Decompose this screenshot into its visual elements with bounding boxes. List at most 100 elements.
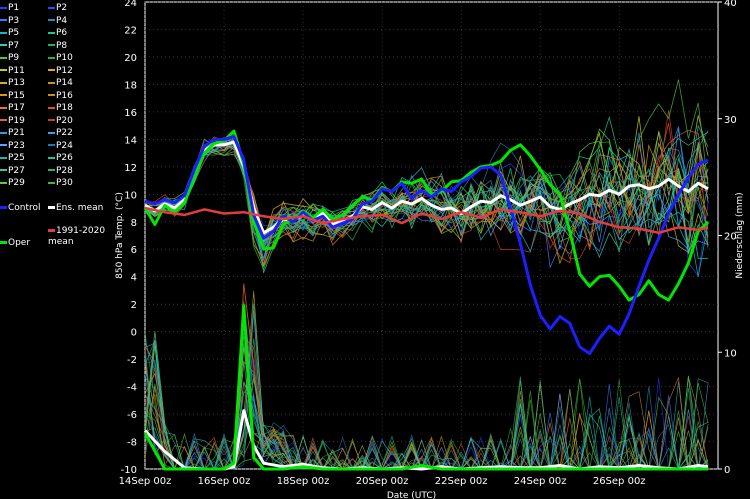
legend-entry-p20: P20 bbox=[48, 116, 73, 127]
legend-swatch bbox=[48, 169, 55, 171]
y-tick-label: -8 bbox=[127, 438, 137, 449]
y-tick-label: 4 bbox=[131, 273, 137, 284]
legend-entry-p3: P3 bbox=[0, 16, 19, 27]
x-tick-label: 16Sep 00z bbox=[198, 476, 251, 487]
legend-swatch bbox=[0, 144, 7, 146]
legend-label: P11 bbox=[8, 65, 25, 76]
legend-swatch bbox=[0, 106, 7, 109]
x-tick-label: 24Sep 00z bbox=[514, 476, 567, 487]
chart-legend: P1 P2 P3 P4 P5 P6 P7 P8 P9 P10 P11 P12 P13 P14 P15 P16 P… bbox=[0, 0, 140, 260]
legend-swatch bbox=[48, 156, 55, 159]
legend-swatch bbox=[0, 181, 7, 184]
legend-label: P26 bbox=[56, 153, 73, 163]
legend-label: P13 bbox=[8, 78, 25, 88]
legend-swatch bbox=[48, 81, 55, 84]
plot-area bbox=[144, 1, 719, 470]
legend-label: Control bbox=[8, 203, 41, 213]
legend-entry-p25: P25 bbox=[0, 153, 25, 164]
legend-entry-p28: P28 bbox=[48, 166, 73, 177]
legend-entry-oper: Oper bbox=[0, 238, 30, 249]
legend-entry-p11: P11 bbox=[0, 66, 25, 77]
legend-entry-p29: P29 bbox=[0, 178, 25, 189]
y-tick-label: 2 bbox=[131, 300, 137, 311]
legend-entry-p27: P27 bbox=[0, 166, 25, 177]
legend-entry-p15: P15 bbox=[0, 91, 25, 102]
legend-swatch bbox=[48, 69, 55, 71]
legend-label: P18 bbox=[56, 103, 73, 113]
legend-entry-p4: P4 bbox=[48, 16, 67, 27]
legend-swatch bbox=[48, 94, 55, 96]
legend-entry-p7: P7 bbox=[0, 41, 19, 52]
legend-label: P27 bbox=[8, 165, 25, 176]
y2-tick-label: 10 bbox=[724, 348, 737, 359]
legend-entry-p30: P30 bbox=[48, 178, 73, 189]
legend-label: P20 bbox=[56, 115, 73, 126]
legend-swatch bbox=[48, 181, 55, 184]
legend-entry-control: Control bbox=[0, 203, 41, 214]
legend-entry-p6: P6 bbox=[48, 28, 67, 39]
y-tick-label: 0 bbox=[131, 328, 137, 339]
legend-swatch bbox=[48, 144, 55, 146]
legend-label: P2 bbox=[56, 3, 68, 13]
legend-label: P30 bbox=[56, 178, 73, 188]
y2-tick-label: 0 bbox=[724, 465, 730, 476]
legend-swatch bbox=[0, 31, 7, 34]
y-tick-label: -10 bbox=[121, 465, 137, 476]
x-tick-label: 20Sep 00z bbox=[356, 476, 409, 487]
legend-label: Ens. mean bbox=[56, 203, 104, 213]
legend-swatch bbox=[0, 119, 7, 121]
legend-entry-p1: P1 bbox=[0, 3, 19, 14]
legend-swatch bbox=[0, 19, 7, 21]
legend-swatch bbox=[48, 119, 55, 121]
x-tick-label: 18Sep 00z bbox=[277, 476, 330, 487]
legend-label: P8 bbox=[56, 40, 68, 51]
legend-swatch bbox=[0, 56, 7, 59]
legend-swatch bbox=[0, 69, 7, 71]
legend-label: P15 bbox=[8, 90, 25, 101]
legend-entry-p17: P17 bbox=[0, 103, 25, 114]
legend-entry-p13: P13 bbox=[0, 78, 25, 89]
legend-entry-p21: P21 bbox=[0, 128, 25, 139]
legend-label: P22 bbox=[56, 128, 73, 138]
legend-swatch bbox=[0, 241, 7, 244]
legend-label: P1 bbox=[8, 3, 20, 13]
x-tick-label: 14Sep 00z bbox=[119, 476, 172, 487]
y2-axis-label: Niederschlag (mm) bbox=[735, 192, 745, 278]
legend-label: P25 bbox=[8, 153, 25, 163]
legend-swatch bbox=[48, 229, 55, 232]
legend-swatch bbox=[0, 81, 7, 84]
legend-label: P10 bbox=[56, 53, 73, 63]
legend-entry-p12: P12 bbox=[48, 66, 73, 77]
legend-entry-p14: P14 bbox=[48, 78, 73, 89]
legend-entry-p16: P16 bbox=[48, 91, 73, 102]
legend-swatch bbox=[48, 131, 55, 134]
x-axis-label: Date (UTC) bbox=[387, 491, 436, 499]
legend-label: P4 bbox=[56, 15, 68, 26]
legend-label: 1991-2020 mean bbox=[48, 226, 106, 247]
legend-entry-p23: P23 bbox=[0, 141, 25, 152]
legend-label: P29 bbox=[8, 178, 25, 188]
legend-entry-p8: P8 bbox=[48, 41, 67, 52]
legend-swatch bbox=[0, 131, 7, 134]
legend-swatch bbox=[48, 31, 55, 34]
legend-label: P14 bbox=[56, 78, 73, 88]
x-tick-label: 22Sep 00z bbox=[435, 476, 488, 487]
legend-label: P24 bbox=[56, 140, 73, 151]
legend-swatch bbox=[0, 44, 7, 46]
legend-swatch bbox=[0, 156, 7, 159]
legend-label: P23 bbox=[8, 140, 25, 151]
legend-entry-p24: P24 bbox=[48, 141, 73, 152]
legend-swatch bbox=[0, 206, 7, 209]
legend-swatch bbox=[48, 56, 55, 59]
legend-label: P7 bbox=[8, 40, 20, 51]
legend-entry-p22: P22 bbox=[48, 128, 73, 139]
y-tick-label: -4 bbox=[127, 383, 137, 394]
legend-label: P19 bbox=[8, 115, 25, 126]
legend-entry-p19: P19 bbox=[0, 116, 25, 127]
legend-swatch bbox=[48, 6, 55, 9]
legend-label: P28 bbox=[56, 165, 73, 176]
legend-label: P5 bbox=[8, 28, 20, 38]
legend-label: P17 bbox=[8, 103, 25, 113]
legend-swatch bbox=[0, 94, 7, 96]
legend-label: P3 bbox=[8, 15, 20, 26]
